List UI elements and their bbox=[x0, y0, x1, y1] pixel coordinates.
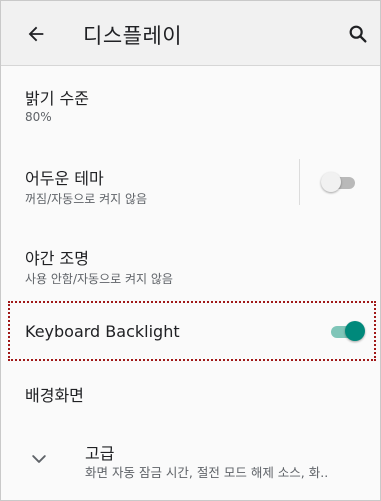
divider bbox=[299, 159, 300, 205]
setting-advanced[interactable]: 고급 화면 자동 잠금 시간, 절전 모드 해제 소스, 화.. bbox=[1, 423, 380, 499]
chevron-down-icon bbox=[32, 455, 46, 463]
setting-wallpaper[interactable]: 배경화면 bbox=[1, 361, 380, 423]
setting-title: Keyboard Backlight bbox=[25, 322, 180, 341]
setting-title: 어두운 테마 bbox=[25, 169, 104, 188]
setting-night-light[interactable]: 야간 조명 사용 안함/자동으로 켜지 않음 bbox=[1, 223, 380, 301]
app-bar: 디스플레이 bbox=[1, 1, 380, 66]
setting-title: 야간 조명 bbox=[25, 249, 89, 268]
setting-summary: 사용 안함/자동으로 켜지 않음 bbox=[25, 272, 173, 286]
toggle-thumb bbox=[345, 321, 365, 341]
setting-brightness-level[interactable]: 밝기 수준 80% bbox=[1, 65, 380, 139]
setting-summary: 꺼짐/자동으로 켜지 않음 bbox=[25, 192, 148, 206]
search-icon bbox=[349, 25, 367, 43]
arrow-back-icon bbox=[28, 26, 44, 42]
setting-title: 배경화면 bbox=[25, 386, 84, 405]
setting-title: 고급 bbox=[85, 444, 115, 463]
keyboard-backlight-toggle[interactable] bbox=[329, 321, 365, 343]
toggle-thumb bbox=[321, 172, 341, 192]
display-settings-screen: 디스플레이 밝기 수준 80% 어두운 테마 꺼짐/자동으로 켜지 않음 야간 … bbox=[0, 0, 381, 501]
setting-title: 밝기 수준 bbox=[25, 89, 89, 108]
setting-keyboard-backlight[interactable]: Keyboard Backlight bbox=[1, 301, 380, 361]
page-title: 디스플레이 bbox=[83, 24, 183, 48]
dark-theme-toggle[interactable] bbox=[321, 172, 357, 194]
back-button[interactable] bbox=[23, 21, 49, 47]
search-button[interactable] bbox=[345, 21, 371, 47]
setting-summary: 80% bbox=[25, 110, 52, 124]
setting-summary: 화면 자동 잠금 시간, 절전 모드 해제 소스, 화.. bbox=[85, 465, 329, 480]
